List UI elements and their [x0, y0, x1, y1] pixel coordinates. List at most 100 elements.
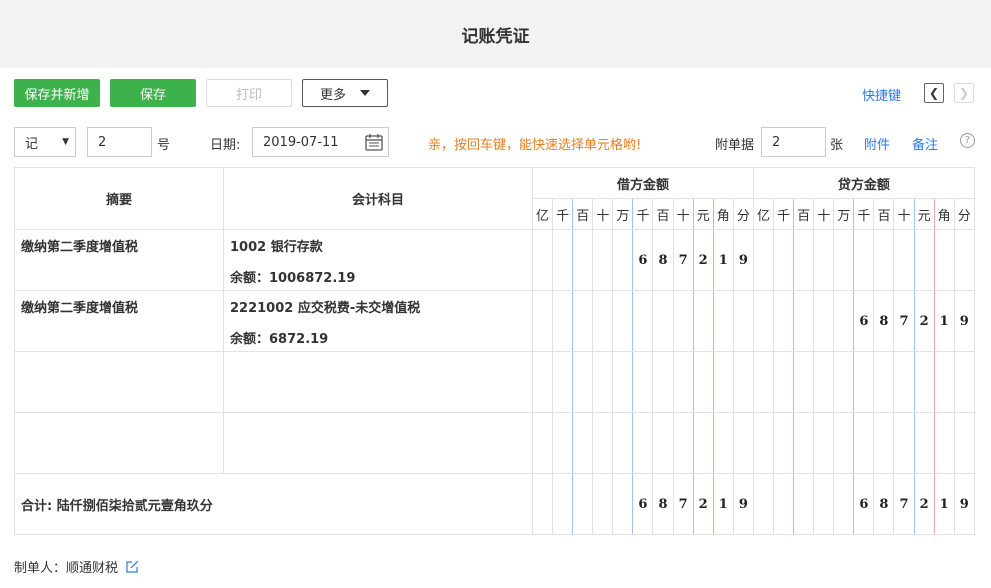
- debit-amount-digit[interactable]: [552, 290, 574, 352]
- save-button[interactable]: 保存: [110, 79, 196, 107]
- total-debit-amount-digit[interactable]: [612, 473, 634, 535]
- credit-amount-digit[interactable]: [833, 412, 855, 474]
- summary-cell[interactable]: [14, 351, 224, 413]
- credit-amount-digit[interactable]: [953, 412, 975, 474]
- debit-amount-digit[interactable]: [692, 290, 714, 352]
- credit-amount-digit[interactable]: [853, 412, 875, 474]
- debit-amount-digit[interactable]: [712, 290, 734, 352]
- debit-amount-digit[interactable]: [572, 229, 594, 291]
- notes-link[interactable]: 备注: [912, 134, 938, 153]
- total-credit-amount-digit[interactable]: [752, 473, 775, 535]
- total-credit-amount-digit[interactable]: [813, 473, 835, 535]
- voucher-word-select[interactable]: 记 ▼: [14, 127, 76, 157]
- total-credit-amount-digit[interactable]: [833, 473, 855, 535]
- debit-amount-digit[interactable]: [632, 290, 654, 352]
- total-debit-amount-digit[interactable]: 6: [632, 473, 654, 535]
- debit-amount-digit[interactable]: 7: [672, 229, 694, 291]
- credit-amount-digit[interactable]: [853, 351, 875, 413]
- total-debit-amount-digit[interactable]: 2: [692, 473, 714, 535]
- credit-amount-digit[interactable]: [793, 290, 815, 352]
- credit-amount-digit[interactable]: [853, 229, 875, 291]
- credit-amount-digit[interactable]: 9: [953, 290, 975, 352]
- account-cell[interactable]: [223, 412, 533, 474]
- calendar-icon[interactable]: [365, 134, 383, 151]
- debit-amount-digit[interactable]: [672, 290, 694, 352]
- shortcuts-link[interactable]: 快捷键: [862, 85, 901, 104]
- credit-amount-digit[interactable]: [752, 351, 775, 413]
- credit-amount-digit[interactable]: [813, 290, 835, 352]
- credit-amount-digit[interactable]: [953, 351, 975, 413]
- debit-amount-digit[interactable]: [531, 412, 554, 474]
- more-dropdown[interactable]: 更多: [302, 79, 388, 107]
- debit-amount-digit[interactable]: [692, 351, 714, 413]
- credit-amount-digit[interactable]: [933, 351, 955, 413]
- total-debit-amount-digit[interactable]: [531, 473, 554, 535]
- total-credit-amount-digit[interactable]: 9: [953, 473, 975, 535]
- debit-amount-digit[interactable]: [672, 351, 694, 413]
- total-credit-amount-digit[interactable]: 1: [933, 473, 955, 535]
- credit-amount-digit[interactable]: 7: [893, 290, 915, 352]
- credit-amount-digit[interactable]: [913, 351, 935, 413]
- debit-amount-digit[interactable]: [531, 351, 554, 413]
- debit-amount-digit[interactable]: [732, 351, 754, 413]
- credit-amount-digit[interactable]: [793, 412, 815, 474]
- credit-amount-digit[interactable]: [793, 351, 815, 413]
- credit-amount-digit[interactable]: 2: [913, 290, 935, 352]
- debit-amount-digit[interactable]: [592, 229, 614, 291]
- debit-amount-digit[interactable]: [732, 290, 754, 352]
- debit-amount-digit[interactable]: [632, 412, 654, 474]
- print-button[interactable]: 打印: [206, 79, 292, 107]
- debit-amount-digit[interactable]: 1: [712, 229, 734, 291]
- total-debit-amount-digit[interactable]: 9: [732, 473, 754, 535]
- total-credit-amount-digit[interactable]: 2: [913, 473, 935, 535]
- credit-amount-digit[interactable]: [773, 412, 795, 474]
- debit-amount-digit[interactable]: [531, 290, 554, 352]
- credit-amount-digit[interactable]: [873, 412, 895, 474]
- credit-amount-digit[interactable]: [773, 290, 795, 352]
- summary-cell[interactable]: 缴纳第二季度增值税: [14, 229, 224, 291]
- debit-amount-digit[interactable]: [612, 412, 634, 474]
- credit-amount-digit[interactable]: 1: [933, 290, 955, 352]
- credit-amount-digit[interactable]: [813, 229, 835, 291]
- debit-amount-digit[interactable]: [592, 351, 614, 413]
- debit-amount-digit[interactable]: [552, 412, 574, 474]
- credit-amount-digit[interactable]: [833, 229, 855, 291]
- debit-amount-digit[interactable]: 9: [732, 229, 754, 291]
- edit-icon[interactable]: [126, 560, 139, 573]
- debit-amount-digit[interactable]: [692, 412, 714, 474]
- credit-amount-digit[interactable]: [893, 229, 915, 291]
- total-credit-amount-digit[interactable]: [773, 473, 795, 535]
- credit-amount-digit[interactable]: [833, 290, 855, 352]
- total-credit-amount-digit[interactable]: 6: [853, 473, 875, 535]
- account-cell[interactable]: 2221002 应交税费-未交增值税 余额：6872.19: [223, 290, 533, 352]
- credit-amount-digit[interactable]: [873, 351, 895, 413]
- credit-amount-digit[interactable]: 8: [873, 290, 895, 352]
- debit-amount-digit[interactable]: [632, 351, 654, 413]
- credit-amount-digit[interactable]: [752, 229, 775, 291]
- total-credit-amount-digit[interactable]: 8: [873, 473, 895, 535]
- credit-amount-digit[interactable]: [933, 412, 955, 474]
- summary-cell[interactable]: [14, 412, 224, 474]
- account-cell[interactable]: 1002 银行存款 余额：1006872.19: [223, 229, 533, 291]
- debit-amount-digit[interactable]: [612, 229, 634, 291]
- prev-voucher-button[interactable]: ❮: [924, 83, 944, 103]
- total-debit-amount-digit[interactable]: 7: [672, 473, 694, 535]
- credit-amount-digit[interactable]: [813, 412, 835, 474]
- debit-amount-digit[interactable]: [552, 229, 574, 291]
- credit-amount-digit[interactable]: [793, 229, 815, 291]
- total-credit-amount-digit[interactable]: 7: [893, 473, 915, 535]
- credit-amount-digit[interactable]: 6: [853, 290, 875, 352]
- credit-amount-digit[interactable]: [752, 412, 775, 474]
- credit-amount-digit[interactable]: [913, 412, 935, 474]
- credit-amount-digit[interactable]: [873, 229, 895, 291]
- credit-amount-digit[interactable]: [933, 229, 955, 291]
- total-credit-amount-digit[interactable]: [793, 473, 815, 535]
- debit-amount-digit[interactable]: [652, 290, 674, 352]
- credit-amount-digit[interactable]: [833, 351, 855, 413]
- total-debit-amount-digit[interactable]: [592, 473, 614, 535]
- debit-amount-digit[interactable]: [732, 412, 754, 474]
- credit-amount-digit[interactable]: [953, 229, 975, 291]
- total-debit-amount-digit[interactable]: 8: [652, 473, 674, 535]
- credit-amount-digit[interactable]: [773, 351, 795, 413]
- debit-amount-digit[interactable]: [612, 351, 634, 413]
